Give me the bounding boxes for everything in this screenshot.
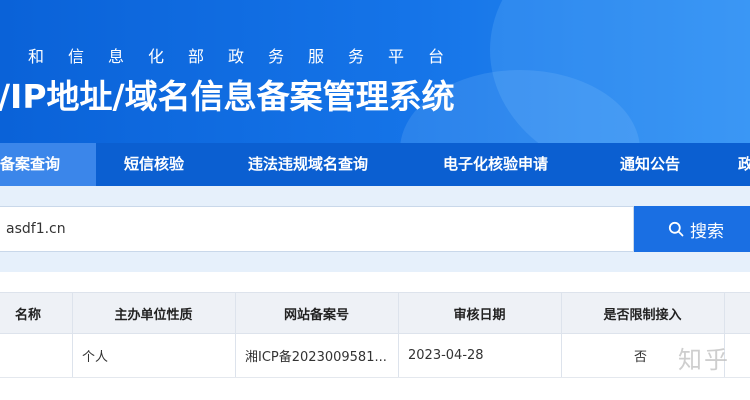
system-title: /IP地址/域名信息备案管理系统 [0,77,455,116]
search-button[interactable]: 搜索 [634,206,750,252]
column-divider [235,334,236,377]
cell-restricted: 否 [634,350,648,365]
main-nav: 备案查询 短信核验 违法违规域名查询 电子化核验申请 通知公告 政 [0,143,750,186]
search-icon [668,221,684,237]
nav-item-record-query[interactable]: 备案查询 [0,143,96,186]
column-divider [724,293,725,333]
cell-name [8,334,68,377]
nav-item-sms-verify[interactable]: 短信核验 [124,143,184,186]
column-header-org-type: 主办单位性质 [114,307,193,323]
search-input[interactable] [0,206,634,252]
header-banner: 和信息化部政务服务平台 /IP地址/域名信息备案管理系统 [0,0,750,143]
search-button-label: 搜索 [690,221,724,242]
column-divider [398,334,399,377]
cell-review-date: 2023-04-28 [408,348,484,363]
column-divider [72,334,73,377]
cell-icp-number: 湘ICP备2023009581... [245,350,387,365]
watermark: 知乎 [678,346,730,374]
table-row[interactable]: 个人 湘ICP备2023009581... 2023-04-28 否 [0,334,750,378]
column-header-review-date: 审核日期 [453,307,506,323]
nav-item-more[interactable]: 政 [738,143,750,186]
cell-org-type: 个人 [82,350,109,365]
platform-subtitle: 和信息化部政务服务平台 [28,47,469,66]
column-header-icp-number: 网站备案号 [283,307,349,323]
table-header: 名称 主办单位性质 网站备案号 审核日期 是否限制接入 [0,292,750,334]
results-table: 名称 主办单位性质 网站备案号 审核日期 是否限制接入 个人 湘ICP备2023… [0,292,750,400]
column-header-restricted: 是否限制接入 [603,307,682,323]
nav-item-notices[interactable]: 通知公告 [620,143,680,186]
column-divider [561,334,562,377]
nav-item-e-verify-apply[interactable]: 电子化核验申请 [443,143,548,186]
nav-item-illegal-domain-query[interactable]: 违法违规域名查询 [248,143,368,186]
column-header-name: 名称 [14,307,41,323]
